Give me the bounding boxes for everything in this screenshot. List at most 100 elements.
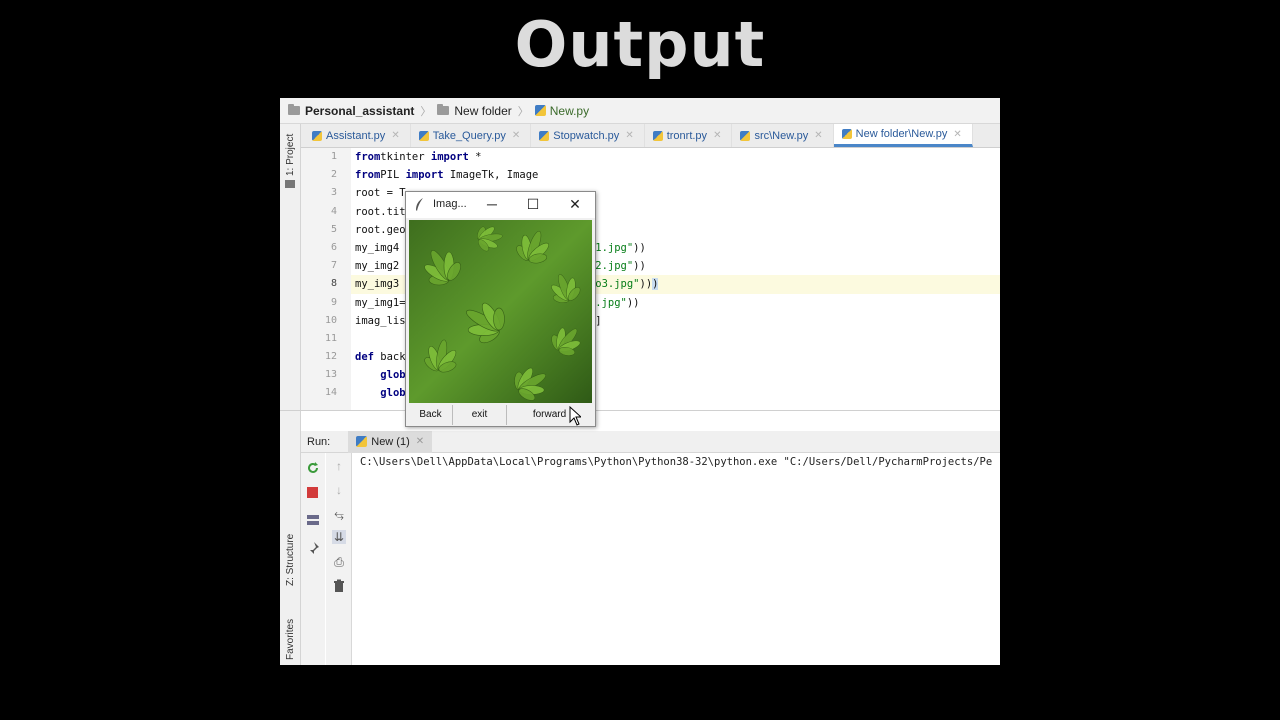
tab-new-folder-new[interactable]: New folder\New.py ✕ — [833, 124, 973, 147]
close-icon[interactable]: ✕ — [391, 130, 399, 141]
code-token: root = T — [355, 187, 406, 200]
feather-icon — [416, 198, 423, 211]
code-token: my_img2 — [355, 260, 400, 273]
run-label: Run: — [307, 435, 331, 448]
rerun-icon[interactable] — [306, 461, 320, 475]
python-file-icon — [652, 130, 663, 141]
line-number: 8 — [330, 278, 337, 290]
code-token: glob — [380, 369, 406, 382]
line-number: 5 — [330, 223, 337, 235]
pycharm-window: Personal_assistant 〉 New folder 〉 New.py… — [280, 98, 1000, 665]
back-button[interactable]: Back — [409, 405, 453, 425]
tk-titlebar[interactable]: Imag... ─ ☐ ✕ — [406, 192, 595, 218]
python-file-icon — [312, 130, 322, 141]
breadcrumb-folder[interactable]: New folder — [437, 104, 512, 118]
tab-assistant[interactable]: Assistant.py ✕ — [304, 124, 411, 147]
python-file-icon — [534, 105, 546, 116]
breadcrumb: Personal_assistant 〉 New folder 〉 New.py — [280, 98, 1000, 124]
code-token: def — [355, 351, 374, 364]
up-arrow-icon[interactable]: ↑ — [332, 459, 346, 473]
code-token: import — [405, 169, 444, 182]
code-line[interactable]: fromtkinter import * — [351, 148, 1000, 166]
code-token: * — [468, 151, 482, 163]
breadcrumb-file[interactable]: New.py — [534, 104, 589, 118]
python-file-icon — [539, 130, 550, 141]
python-file-icon — [356, 436, 368, 447]
code-token: )) — [633, 241, 646, 254]
run-panel-header: Run: New (1) ✕ — [301, 430, 1000, 453]
line-number: 11 — [324, 332, 337, 344]
panel-divider[interactable] — [280, 410, 1000, 411]
tool-window-stripe: 1: Project Z: Structure Favorites — [280, 124, 301, 665]
line-number: 2 — [330, 169, 337, 181]
tk-button-bar: Back exit forward — [409, 405, 592, 425]
structure-tool-button[interactable]: Z: Structure — [285, 534, 296, 586]
code-token: my_img1= — [355, 296, 406, 309]
scroll-to-end-icon[interactable]: ⇊ — [332, 530, 346, 544]
close-icon[interactable]: ✕ — [814, 130, 822, 141]
video-headline: Output — [514, 8, 766, 81]
code-token: my_img4 — [355, 241, 400, 254]
tab-tronrt[interactable]: tronrt.py ✕ — [645, 124, 733, 147]
close-icon[interactable]: ✕ — [625, 130, 633, 141]
breadcrumb-separator: 〉 — [420, 105, 432, 118]
folder-icon — [437, 104, 450, 115]
breadcrumb-project[interactable]: Personal_assistant — [288, 104, 414, 118]
favorites-tool-button[interactable]: Favorites — [285, 619, 296, 660]
close-icon[interactable]: ✕ — [416, 436, 424, 447]
minimize-button[interactable]: ─ — [482, 195, 502, 213]
folder-icon — [285, 180, 295, 188]
soft-wrap-icon[interactable]: ⥃ — [332, 507, 346, 521]
code-token: PIL — [380, 169, 406, 182]
tk-image-viewer-window: Imag... ─ ☐ ✕ Back exit forward — [405, 191, 596, 427]
code-token: glob — [380, 387, 406, 400]
line-number-gutter: 1 2 3 4 5 6 7 8 9 10 11 12 13 14 — [301, 148, 351, 410]
code-token: ImageTk, Image — [443, 169, 539, 182]
print-icon[interactable]: ⎙ — [332, 555, 346, 569]
code-token: )) — [633, 260, 646, 273]
console-output-line: C:\Users\Dell\AppData\Local\Programs\Pyt… — [360, 456, 993, 468]
code-token: root.tit — [355, 205, 406, 218]
line-number: 7 — [330, 260, 337, 272]
code-token: import — [430, 151, 469, 163]
editor-tabs: Assistant.py ✕ Take_Query.py ✕ Stopwatch… — [280, 124, 1000, 148]
code-token: )) — [626, 296, 640, 309]
close-button[interactable]: ✕ — [565, 195, 585, 213]
run-tab-new[interactable]: New (1) ✕ — [348, 430, 433, 453]
down-arrow-icon[interactable]: ↓ — [332, 483, 346, 497]
layout-icon[interactable] — [306, 513, 320, 527]
close-icon[interactable]: ✕ — [713, 130, 721, 141]
line-number: 9 — [330, 296, 337, 308]
trash-icon[interactable] — [332, 579, 346, 593]
code-token: imag_lis — [355, 314, 406, 327]
line-number: 6 — [330, 241, 337, 253]
code-line[interactable]: fromPIL import ImageTk, Image — [351, 166, 1000, 184]
code-token: ) — [652, 278, 659, 291]
run-toolbar-secondary: ↑ ↓ ⥃ ⇊ ⎙ — [326, 453, 352, 665]
line-number: 1 — [330, 151, 337, 162]
leaf-photo — [409, 220, 592, 403]
exit-button[interactable]: exit — [453, 405, 507, 425]
project-tool-button[interactable]: 1: Project — [285, 134, 296, 176]
code-token: from — [355, 151, 381, 163]
cursor-icon — [569, 406, 581, 426]
close-icon[interactable]: ✕ — [953, 129, 961, 140]
tab-src-new[interactable]: src\New.py ✕ — [732, 124, 834, 147]
stop-icon[interactable] — [307, 487, 318, 498]
code-token: )) — [639, 278, 653, 291]
pin-icon[interactable] — [306, 541, 320, 555]
line-number: 4 — [330, 205, 337, 217]
tk-window-title: Imag... — [433, 198, 467, 210]
python-file-icon — [740, 130, 751, 141]
close-icon[interactable]: ✕ — [512, 130, 520, 141]
tab-stopwatch[interactable]: Stopwatch.py ✕ — [531, 124, 645, 147]
code-token: root.geo — [355, 223, 406, 236]
maximize-button[interactable]: ☐ — [523, 195, 543, 213]
line-number: 12 — [324, 351, 337, 363]
line-number: 10 — [324, 314, 337, 326]
tab-take-query[interactable]: Take_Query.py ✕ — [411, 124, 532, 147]
line-number: 3 — [330, 187, 337, 199]
folder-icon — [288, 104, 300, 115]
